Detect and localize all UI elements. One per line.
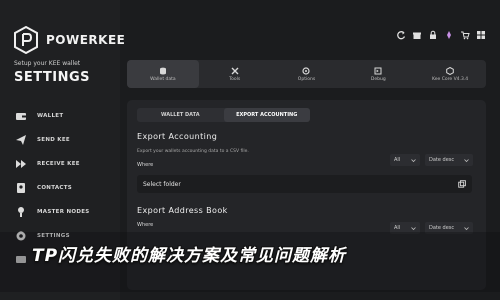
- sidebar-item-wallet[interactable]: WALLET: [14, 104, 90, 128]
- tab-tools[interactable]: Tools: [199, 60, 271, 88]
- tools-icon: [231, 67, 239, 74]
- sidebar-item-receive[interactable]: RECEIVE KEE: [14, 152, 90, 176]
- where-label: Where: [137, 222, 154, 228]
- master-nodes-icon: [14, 205, 28, 219]
- tab-label: Kee Core V4.3.4: [432, 76, 469, 82]
- tab-kee-core[interactable]: Kee Core V4.3.4: [414, 60, 486, 88]
- folder-input[interactable]: Select folder: [137, 175, 472, 193]
- subtab-export-accounting[interactable]: EXPORT ACCOUNTING: [223, 108, 310, 122]
- caption-text: TP闪兑失败的解决方案及常见问题解析: [32, 246, 347, 266]
- database-icon: [159, 67, 166, 74]
- unlock-icon[interactable]: [444, 30, 454, 40]
- filter-select-value: All: [394, 157, 401, 163]
- sidebar-item-label: SEND KEE: [37, 137, 70, 143]
- sort-select-value: Date desc: [429, 157, 455, 163]
- export-accounting-title: Export Accounting: [137, 132, 218, 141]
- sidebar-item-master-nodes[interactable]: MASTER NODES: [14, 200, 90, 224]
- options-icon: [302, 66, 311, 75]
- contacts-icon: [14, 181, 28, 195]
- sync-icon[interactable]: [396, 30, 406, 40]
- subtab-wallet-data[interactable]: WALLET DATA: [137, 108, 224, 122]
- grid-icon[interactable]: [476, 30, 486, 40]
- sidebar-item-label: CONTACTS: [37, 185, 73, 191]
- tab-label: Debug: [370, 76, 386, 82]
- receive-icon: [14, 157, 28, 171]
- debug-icon: [374, 67, 382, 74]
- core-icon: [446, 66, 454, 75]
- brand-name: POWERKEE: [46, 33, 126, 47]
- where-label: Where: [137, 162, 154, 168]
- lock-icon[interactable]: [428, 30, 438, 40]
- powerkee-logo-icon: [14, 26, 38, 54]
- sidebar-item-contacts[interactable]: CONTACTS: [14, 176, 90, 200]
- brand[interactable]: POWERKEE: [14, 26, 125, 54]
- chevron-down-icon: [464, 226, 469, 230]
- export-accounting-desc: Export your wallets accounting data to a…: [137, 149, 249, 154]
- tab-label: Options: [297, 76, 316, 82]
- folder-input-value: Select folder: [143, 180, 181, 188]
- tab-debug[interactable]: Debug: [342, 60, 414, 88]
- sidebar-subtitle: Setup your KEE wallet: [14, 60, 81, 67]
- filter-select[interactable]: All: [390, 154, 420, 166]
- sidebar-item-label: MASTER NODES: [37, 209, 90, 215]
- page-title: SETTINGS: [14, 70, 91, 85]
- gift-icon[interactable]: [412, 30, 422, 40]
- export-address-book-title: Export Address Book: [137, 206, 228, 215]
- sidebar-item-label: RECEIVE KEE: [37, 161, 80, 167]
- sort-select[interactable]: Date desc: [425, 154, 473, 166]
- settings-tabs: Wallet data Tools Options Debug Kee Core…: [127, 60, 486, 88]
- sidebar-item-label: WALLET: [37, 113, 64, 119]
- cart-icon[interactable]: [460, 30, 470, 40]
- filter-select-value: All: [394, 225, 401, 231]
- copy-icon[interactable]: [458, 180, 466, 188]
- sidebar-item-send[interactable]: SEND KEE: [14, 128, 90, 152]
- tab-options[interactable]: Options: [271, 60, 343, 88]
- tab-label: Wallet data: [150, 76, 176, 82]
- chevron-down-icon: [464, 158, 469, 162]
- panel-subtabs: WALLET DATA EXPORT ACCOUNTING: [137, 108, 310, 122]
- tab-label: Tools: [229, 76, 241, 82]
- tab-wallet-data[interactable]: Wallet data: [127, 60, 199, 88]
- topbar-icons: [396, 30, 486, 40]
- send-icon: [14, 133, 28, 147]
- sort-select-value: Date desc: [429, 225, 455, 231]
- chevron-down-icon: [411, 226, 416, 230]
- chevron-down-icon: [411, 158, 416, 162]
- wallet-icon: [14, 109, 28, 123]
